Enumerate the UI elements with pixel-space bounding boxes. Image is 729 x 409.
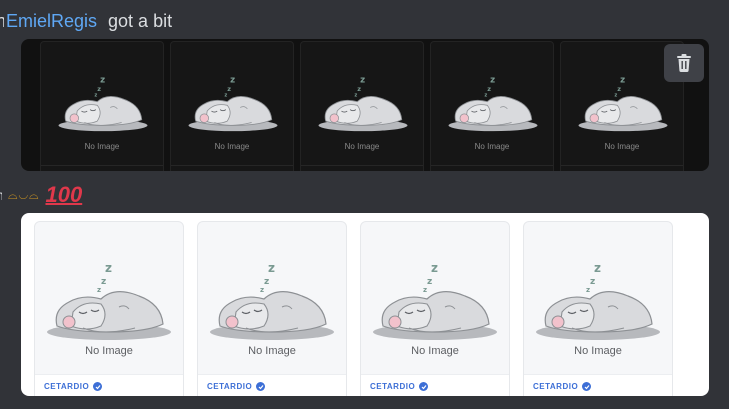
verified-badge-icon — [93, 382, 103, 391]
no-image-label: No Image — [474, 142, 510, 151]
brand-label[interactable]: CETARDIO — [44, 382, 103, 391]
eyes-emote[interactable]: ⌓◡⌓ — [8, 188, 39, 203]
product-card[interactable]: No Image CETARDIO — [34, 221, 184, 396]
message-fragment: n — [0, 187, 2, 203]
product-card[interactable]: No Image CETARDIO — [197, 221, 347, 396]
no-image-label: No Image — [574, 345, 622, 357]
sleeping-placeholder-icon — [185, 68, 281, 134]
card-divider — [431, 165, 553, 166]
product-card[interactable]: No Image CETARDIO — [523, 221, 673, 396]
brand-name: CETARDIO — [207, 382, 253, 391]
sleeping-placeholder-icon — [55, 68, 151, 134]
no-image-label: No Image — [214, 142, 250, 151]
card-divider — [41, 165, 163, 166]
message-line-2: n ⌓◡⌓ 100 — [0, 182, 82, 208]
brand-name: CETARDIO — [533, 382, 579, 391]
sleeping-placeholder-icon — [206, 252, 338, 344]
no-image-label: No Image — [85, 345, 133, 357]
sleeping-placeholder-icon — [532, 252, 664, 344]
sleeping-placeholder-icon — [315, 68, 411, 134]
message-text: got a bit — [108, 10, 173, 31]
dark-image-grid-embed: No Image No Image No Image No Image No I… — [21, 39, 709, 171]
light-product-grid-embed: No Image CETARDIO No Image CETARDIO No I… — [21, 213, 709, 396]
no-image-label: No Image — [604, 142, 640, 151]
brand-name: CETARDIO — [44, 382, 90, 391]
brand-label[interactable]: CETARDIO — [207, 382, 266, 391]
sleeping-placeholder-icon — [575, 68, 671, 134]
sleeping-placeholder-icon — [445, 68, 541, 134]
dark-product-card[interactable]: No Image — [40, 41, 164, 171]
no-image-label: No Image — [411, 345, 459, 357]
dark-product-card[interactable]: No Image — [170, 41, 294, 171]
no-image-label: No Image — [84, 142, 120, 151]
sleeping-placeholder-icon — [43, 252, 175, 344]
dark-product-card[interactable]: No Image — [430, 41, 554, 171]
dark-product-card[interactable]: No Image — [300, 41, 424, 171]
message-fragment: n — [0, 11, 4, 32]
message-line-1: n EmielRegis got a bit — [0, 9, 172, 33]
brand-label[interactable]: CETARDIO — [370, 382, 429, 391]
hundred-emoji-icon[interactable]: 100 — [45, 182, 82, 208]
verified-badge-icon — [419, 382, 429, 391]
verified-badge-icon — [256, 382, 266, 391]
no-image-label: No Image — [344, 142, 380, 151]
delete-embed-button[interactable] — [664, 44, 704, 82]
card-divider — [301, 165, 423, 166]
brand-label[interactable]: CETARDIO — [533, 382, 592, 391]
sleeping-placeholder-icon — [369, 252, 501, 344]
brand-name: CETARDIO — [370, 382, 416, 391]
user-mention[interactable]: EmielRegis — [6, 11, 97, 32]
trash-icon — [677, 54, 691, 72]
card-divider — [561, 165, 683, 166]
no-image-label: No Image — [248, 345, 296, 357]
card-divider — [171, 165, 293, 166]
verified-badge-icon — [582, 382, 592, 391]
product-card[interactable]: No Image CETARDIO — [360, 221, 510, 396]
